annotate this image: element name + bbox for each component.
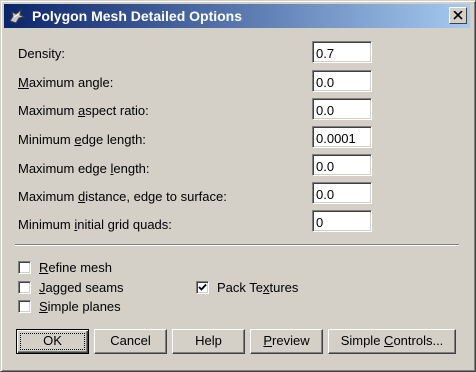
max-angle-input[interactable] [312,70,372,92]
pack-textures-label[interactable]: Pack Textures [217,280,298,295]
check-icon [198,283,207,291]
max-aspect-ratio-label: Maximum aspect ratio: [18,103,149,118]
jagged-seams-label[interactable]: Jagged seams [39,280,124,295]
title-bar[interactable]: Polygon Mesh Detailed Options [4,4,470,28]
close-icon [453,11,463,20]
jagged-seams-checkbox[interactable] [18,281,31,294]
preview-button-label: Preview [263,333,310,348]
simple-controls-button-label: Simple Controls... [340,333,444,348]
cancel-button[interactable]: Cancel [94,329,167,354]
cancel-button-label: Cancel [110,333,151,348]
ok-button[interactable]: OK [16,329,89,354]
min-grid-quads-label: Minimum initial grid quads: [18,217,172,232]
min-grid-quads-input[interactable] [312,210,372,232]
rhino-icon [8,7,26,25]
max-angle-label: Maximum angle: [18,75,114,90]
help-button[interactable]: Help [172,329,245,354]
min-edge-length-input[interactable] [312,126,372,148]
max-distance-label: Maximum distance, edge to surface: [18,189,227,204]
pack-textures-checkbox[interactable] [196,281,209,294]
max-distance-input[interactable] [312,182,372,204]
focus-rect [20,333,85,350]
simple-planes-checkbox[interactable] [18,300,31,313]
refine-mesh-label[interactable]: Refine mesh [39,260,112,275]
density-input[interactable] [312,41,372,63]
simple-planes-label[interactable]: Simple planes [39,299,121,314]
close-button[interactable] [449,7,467,24]
dialog-window: Polygon Mesh Detailed Options Density: M… [0,0,476,372]
density-label: Density: [18,46,65,61]
preview-button[interactable]: Preview [250,329,323,354]
separator [15,244,459,246]
help-button-label: Help [195,333,222,348]
max-aspect-ratio-input[interactable] [312,98,372,120]
refine-mesh-checkbox[interactable] [18,261,31,274]
min-edge-length-label: Minimum edge length: [18,132,146,147]
window-title: Polygon Mesh Detailed Options [32,8,243,24]
max-edge-length-input[interactable] [312,154,372,176]
simple-controls-button[interactable]: Simple Controls... [328,329,456,354]
max-edge-length-label: Maximum edge length: [18,161,150,176]
